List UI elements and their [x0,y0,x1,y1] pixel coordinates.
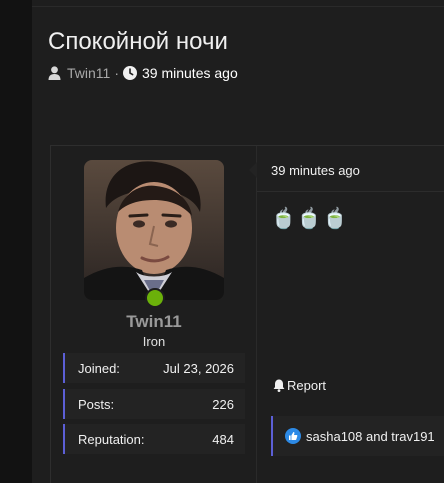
online-status-indicator [145,288,165,308]
avatar[interactable] [84,160,224,300]
user-stat-joined: Joined: Jul 23, 2026 [63,353,245,383]
user-stat-reputation: Reputation: 484 [63,424,245,454]
user-rank: Iron [142,334,166,349]
post-username[interactable]: Twin11 [51,312,257,332]
reactions-text[interactable]: sasha108 and trav191 [306,429,435,444]
stat-value: Jul 23, 2026 [163,360,234,376]
clock-icon [123,66,137,80]
thread-time[interactable]: 39 minutes ago [142,65,238,81]
post-header: 39 minutes ago [257,146,444,192]
thread-meta: Twin11 · 39 minutes ago [48,65,238,81]
report-label: Report [287,378,327,393]
reactions-bar[interactable]: sasha108 and trav191 [271,416,444,456]
stat-label: Joined: [78,360,120,376]
user-icon [48,66,62,80]
post-content: 🍵🍵🍵 [271,208,349,230]
meta-separator: · [114,65,119,81]
thread-title: Спокойной ночи [48,28,228,55]
post-body: 39 minutes ago 🍵🍵🍵 Report sasha108 and t… [249,146,444,483]
thread-author-link[interactable]: Twin11 [67,65,110,81]
stat-value: 226 [212,396,234,412]
post-time[interactable]: 39 minutes ago [271,163,360,178]
stat-label: Reputation: [78,431,145,447]
bell-icon [273,379,287,393]
post: Twin11 Iron Joined: Jul 23, 2026 Posts: … [50,145,444,483]
report-button[interactable]: Report [273,378,326,393]
post-arrow [249,162,257,178]
post-user-panel: Twin11 Iron Joined: Jul 23, 2026 Posts: … [51,146,257,483]
stat-label: Posts: [78,396,115,412]
user-stat-posts: Posts: 226 [63,389,245,419]
stat-value: 484 [212,431,234,447]
thumbs-up-icon [285,428,301,444]
main-content: Спокойной ночи Twin11 · 39 minutes ago T… [32,0,444,483]
left-sidebar-rail [0,0,32,483]
